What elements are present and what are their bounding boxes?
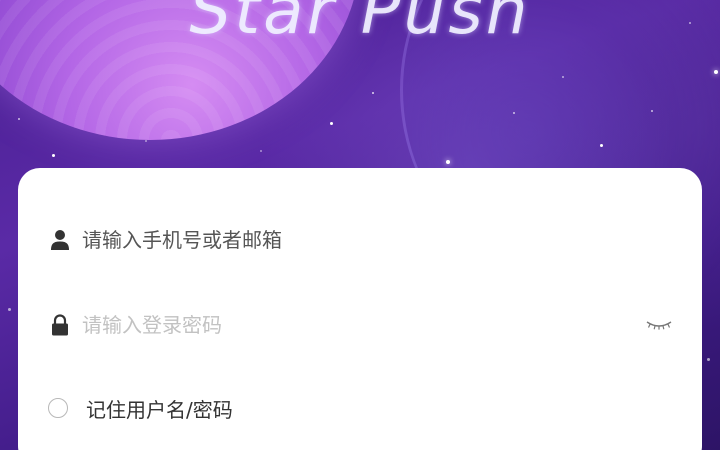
remember-checkbox[interactable] [48, 398, 68, 418]
account-row [18, 220, 702, 260]
lock-icon [50, 313, 70, 337]
star-decoration [714, 70, 718, 74]
star-decoration [446, 160, 450, 164]
login-screen: Star Push 请输入手机号或者邮箱 记住用户名/密码 [0, 0, 720, 450]
account-input[interactable] [82, 222, 622, 258]
star-decoration [260, 150, 262, 152]
star-decoration [513, 112, 515, 114]
remember-row: 记住用户名/密码 [18, 388, 702, 428]
password-row [18, 305, 702, 345]
login-card: 记住用户名/密码 [18, 168, 702, 450]
user-icon [50, 228, 70, 252]
eye-closed-icon[interactable] [644, 317, 674, 333]
star-decoration [8, 308, 11, 311]
star-decoration [651, 110, 653, 112]
star-decoration [330, 122, 333, 125]
star-decoration [145, 140, 147, 142]
star-decoration [562, 76, 564, 78]
remember-label[interactable]: 记住用户名/密码 [86, 394, 233, 423]
star-decoration [372, 92, 374, 94]
star-decoration [600, 144, 603, 147]
star-decoration [707, 358, 710, 361]
star-decoration [52, 154, 55, 157]
password-input[interactable] [82, 307, 622, 343]
app-title: Star Push [189, 0, 531, 49]
star-decoration [18, 118, 20, 120]
